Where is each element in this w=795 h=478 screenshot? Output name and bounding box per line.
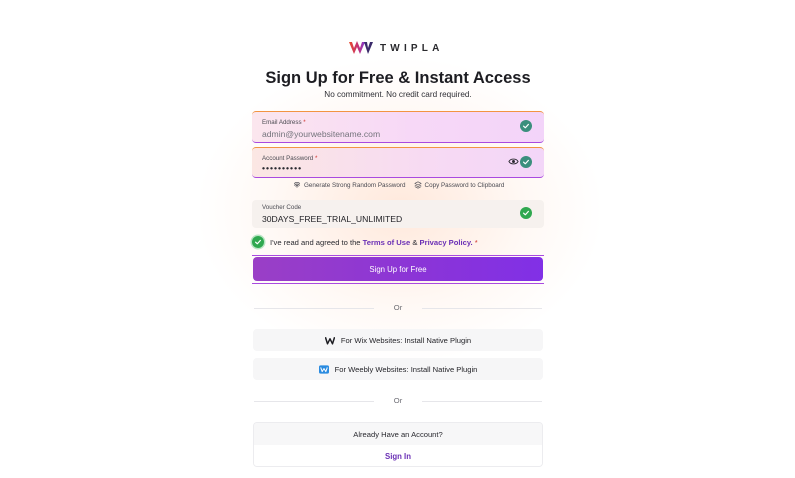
email-valid-check-icon: [520, 120, 532, 132]
divider-line: [422, 401, 542, 402]
email-label: Email Address *: [262, 119, 306, 126]
page-title: Sign Up for Free & Instant Access: [265, 69, 531, 87]
generate-password-link[interactable]: Generate Strong Random Password: [293, 181, 406, 189]
brand-logo: TWIPLA: [348, 40, 444, 56]
terms-agreement: I've read and agreed to the Terms of Use…: [252, 236, 478, 248]
terms-checkbox[interactable]: [252, 236, 264, 248]
sign-in-link[interactable]: Sign In: [254, 445, 542, 466]
agreement-text: I've read and agreed to the Terms of Use…: [270, 237, 478, 247]
wix-plugin-button[interactable]: For Wix Websites: Install Native Plugin: [253, 329, 543, 351]
password-label: Account Password *: [262, 155, 318, 162]
copy-password-link[interactable]: Copy Password to Clipboard: [413, 181, 504, 189]
brand-name: TWIPLA: [380, 42, 444, 54]
divider-line: [254, 308, 374, 309]
terms-of-use-link[interactable]: Terms of Use: [363, 238, 411, 247]
email-input[interactable]: admin@yourwebsitename.com: [262, 129, 534, 139]
fingerprint-icon: [293, 181, 301, 188]
email-field[interactable]: Email Address * admin@yourwebsitename.co…: [252, 111, 544, 143]
wix-icon: [324, 336, 335, 345]
weebly-plugin-button[interactable]: For Weebly Websites: Install Native Plug…: [253, 358, 543, 380]
checkmark-icon: [255, 239, 261, 245]
weebly-icon: [318, 364, 329, 374]
password-field[interactable]: Account Password * ••••••••••: [252, 147, 544, 178]
already-have-account-text: Already Have an Account?: [254, 423, 542, 445]
password-helpers: Generate Strong Random Password Copy Pas…: [293, 181, 504, 189]
divider-line: [422, 308, 542, 309]
divider-line: [254, 401, 374, 402]
page-subtitle: No commitment. No credit card required.: [324, 90, 472, 99]
or-divider: Or: [252, 396, 544, 405]
password-input[interactable]: ••••••••••: [262, 163, 534, 173]
password-valid-check-icon: [520, 156, 532, 168]
show-password-eye-icon[interactable]: [508, 157, 519, 166]
layers-copy-icon: [413, 181, 422, 189]
or-divider: Or: [252, 303, 544, 312]
voucher-field[interactable]: Voucher Code 30DAYS_FREE_TRIAL_UNLIMITED: [252, 200, 544, 228]
voucher-valid-check-icon: [520, 207, 532, 219]
voucher-label: Voucher Code: [262, 204, 302, 211]
twipla-logo-icon: [349, 41, 373, 54]
signup-button-frame: Sign Up for Free: [252, 255, 544, 284]
existing-account-box: Already Have an Account? Sign In: [253, 422, 543, 467]
privacy-policy-link[interactable]: Privacy Policy.: [420, 238, 473, 247]
voucher-input[interactable]: 30DAYS_FREE_TRIAL_UNLIMITED: [262, 214, 534, 224]
signup-button[interactable]: Sign Up for Free: [253, 257, 543, 281]
